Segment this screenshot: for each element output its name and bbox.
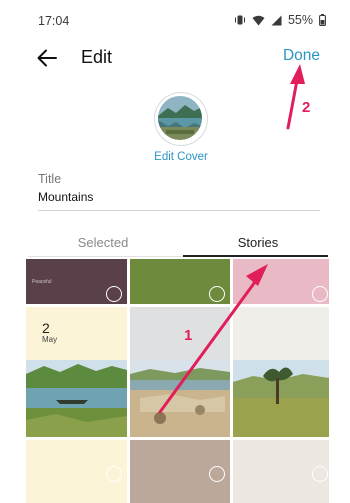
annotation-arrow-2 <box>286 73 300 130</box>
battery-percent: 55% <box>287 13 313 27</box>
cover-thumbnail <box>158 96 202 140</box>
status-icons: 55% <box>234 13 326 27</box>
story-tile[interactable]: 2 May <box>26 307 127 437</box>
story-tile[interactable] <box>130 440 230 503</box>
title-input[interactable]: Mountains <box>38 190 320 211</box>
select-circle[interactable] <box>106 286 122 302</box>
annotation-number-2: 2 <box>302 99 310 116</box>
app-header: Edit Done <box>0 40 350 76</box>
story-tile[interactable] <box>130 259 230 304</box>
select-circle[interactable] <box>209 466 225 482</box>
back-arrow-icon <box>37 49 57 67</box>
tab-active-indicator <box>183 255 328 257</box>
select-circle[interactable] <box>312 286 328 302</box>
done-button[interactable]: Done <box>283 47 320 65</box>
story-photo <box>130 360 230 437</box>
title-label: Title <box>38 172 62 186</box>
story-photo <box>26 360 127 437</box>
story-caption: Peaceful <box>32 279 52 285</box>
story-tile[interactable] <box>26 440 127 503</box>
battery-icon <box>319 14 326 26</box>
story-tile[interactable] <box>233 440 329 503</box>
select-circle[interactable] <box>106 466 122 482</box>
status-bar: 17:04 55% <box>0 0 350 40</box>
tab-selected[interactable]: Selected <box>28 235 178 250</box>
story-tile[interactable] <box>233 259 329 304</box>
story-tile[interactable] <box>130 307 230 437</box>
back-button[interactable] <box>34 46 60 70</box>
story-date-month: May <box>42 335 58 344</box>
cover-image-button[interactable] <box>154 92 208 146</box>
edit-cover-link[interactable]: Edit Cover <box>138 151 224 163</box>
tab-stories[interactable]: Stories <box>183 235 333 250</box>
story-date-day: 2 <box>42 320 50 336</box>
story-grid: Peaceful 2 May <box>26 259 329 503</box>
select-circle[interactable] <box>312 466 328 482</box>
story-photo <box>233 360 329 437</box>
wifi-icon <box>252 15 265 25</box>
page-title: Edit <box>81 47 113 67</box>
signal-icon <box>271 15 282 25</box>
vibrate-icon <box>234 15 245 25</box>
story-tile[interactable]: Peaceful <box>26 259 127 304</box>
story-tile[interactable] <box>233 307 329 437</box>
status-time: 17:04 <box>38 14 70 28</box>
tab-bar: Selected Stories <box>28 230 328 257</box>
select-circle[interactable] <box>209 286 225 302</box>
